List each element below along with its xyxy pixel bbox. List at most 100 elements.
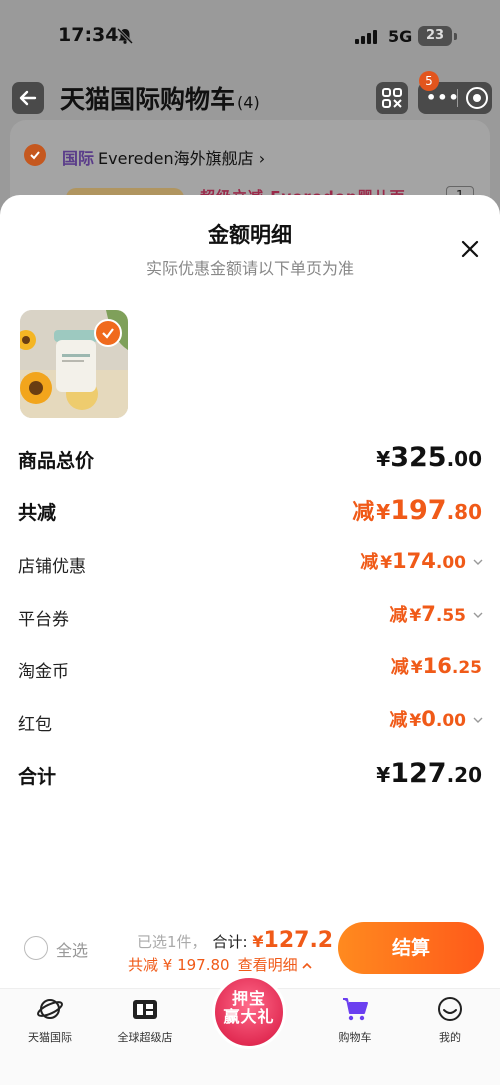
qr-code-icon	[382, 88, 402, 108]
row-label: 店铺优惠	[18, 557, 86, 577]
row-label: 共减	[18, 502, 57, 524]
amount-integer: 325	[390, 442, 447, 473]
product-checkbox[interactable]	[94, 319, 122, 347]
row-label: 商品总价	[18, 450, 95, 472]
amount-decimal: .20	[446, 763, 482, 787]
currency-symbol: ¥	[410, 658, 423, 678]
row-grand-total: 合计 ¥127.20	[0, 756, 500, 796]
check-icon	[102, 328, 114, 339]
planet-icon	[37, 999, 63, 1019]
store-name[interactable]: 国际 Evereden海外旗舰店 ›	[62, 145, 265, 169]
amount-integer: 7	[421, 602, 436, 626]
amount-integer: 197	[390, 495, 447, 526]
currency-symbol: ¥	[380, 553, 393, 573]
tab-label: 购物车	[338, 1031, 372, 1044]
currency-symbol: ¥	[376, 500, 391, 524]
tab-tmall-global[interactable]: 天猫国际	[0, 995, 100, 1045]
amount-decimal: .00	[435, 711, 466, 731]
bell-muted-icon	[116, 28, 134, 44]
amount-integer: 127	[390, 758, 447, 789]
back-button[interactable]	[12, 82, 44, 114]
total-value: 127.2	[263, 928, 334, 953]
total-amount: ¥127.2	[252, 928, 333, 953]
notification-badge: 5	[419, 71, 439, 91]
amount-decimal: .00	[435, 553, 466, 573]
checkout-button[interactable]: 结算	[338, 922, 484, 974]
row-label: 淘金币	[18, 662, 69, 682]
amount-integer: 16	[422, 654, 452, 678]
arrow-left-icon	[19, 90, 37, 106]
chevron-down-icon	[473, 559, 483, 565]
chevron-down-icon	[473, 612, 483, 618]
close-icon[interactable]	[458, 237, 482, 261]
minus-prefix: 减	[360, 552, 379, 573]
total-currency: ¥	[252, 932, 264, 951]
cart-count: (4)	[237, 93, 260, 112]
row-amount: 减 ¥0.00	[389, 706, 484, 732]
amount-decimal: .00	[446, 447, 482, 471]
row-label: 红包	[18, 715, 52, 735]
selection-summary: 已选1件， 合计: ¥127.2	[137, 928, 333, 953]
currency-symbol: ¥	[409, 606, 422, 626]
select-all-radio[interactable]	[24, 936, 48, 960]
minus-prefix: 减	[390, 657, 409, 678]
sheet-subtitle: 实际优惠金额请以下单页为准	[145, 259, 354, 278]
page-title-text: 天猫国际购物车	[60, 85, 236, 114]
row-amount: 减 ¥16.25	[391, 653, 482, 679]
select-all-label[interactable]: 全选	[56, 937, 88, 961]
row-platform-coupon[interactable]: 平台券 减 ¥7.55	[0, 599, 500, 639]
selected-count: 已选1件，	[137, 933, 207, 951]
minus-prefix: 减	[389, 605, 408, 626]
view-details-link[interactable]: 查看明细	[238, 956, 313, 974]
row-red-packet[interactable]: 红包 减 ¥0.00	[0, 704, 500, 744]
status-bar: 17:34 5G 23	[0, 0, 500, 70]
amount-decimal: .80	[446, 500, 482, 524]
row-amount: 减 ¥174.00	[360, 548, 484, 574]
amount-decimal: .55	[435, 606, 466, 626]
view-details-label: 查看明细	[237, 956, 298, 974]
currency-symbol: ¥	[409, 711, 422, 731]
tab-cart[interactable]: 购物车	[305, 995, 405, 1045]
tab-label: 我的	[439, 1031, 461, 1044]
chevron-right-icon: ›	[253, 149, 266, 168]
minus-prefix: 减	[389, 710, 408, 731]
status-time: 17:34	[58, 24, 119, 46]
battery-indicator: 23	[418, 26, 452, 46]
store-checkbox[interactable]	[24, 144, 46, 166]
amount-integer: 174	[392, 549, 436, 573]
tab-mine[interactable]: 我的	[400, 995, 500, 1045]
signal-icon	[355, 30, 377, 44]
self-operated-icon	[133, 1000, 157, 1019]
scan-button[interactable]	[376, 82, 408, 114]
amount-integer: 0	[421, 707, 436, 731]
tab-label: 天猫国际	[28, 1031, 72, 1044]
currency-symbol: ¥	[376, 763, 391, 787]
sheet-title: 金额明细	[208, 223, 292, 247]
chevron-up-icon	[302, 962, 312, 969]
tab-label: 全球超级店	[117, 1031, 173, 1044]
close-mini-program-icon[interactable]	[466, 87, 488, 109]
check-icon	[30, 151, 40, 160]
promo-line-1: 押宝	[231, 989, 266, 1008]
store-name-text: Evereden海外旗舰店	[98, 149, 254, 168]
row-label: 平台券	[18, 610, 69, 630]
cart-icon	[343, 998, 368, 1021]
store-tag: 国际	[62, 149, 95, 168]
amount-decimal: .25	[451, 658, 482, 678]
currency-symbol: ¥	[376, 447, 391, 471]
total-label: 合计:	[212, 933, 248, 951]
row-amount: 减 ¥7.55	[389, 601, 484, 627]
battery-tip	[454, 33, 457, 40]
more-icon[interactable]: •••	[426, 88, 460, 107]
discount-summary: 共减 ¥ 197.80 查看明细	[128, 954, 312, 975]
row-amount: ¥325.00	[376, 442, 482, 473]
promo-badge[interactable]: 押宝 赢大礼	[212, 975, 286, 1049]
tab-global-super-store[interactable]: 全球超级店	[95, 995, 195, 1045]
row-taojinbi: 淘金币 减 ¥16.25	[0, 651, 500, 691]
smile-icon	[438, 997, 462, 1021]
minus-prefix: 减	[352, 500, 375, 525]
row-amount: ¥127.20	[376, 758, 482, 789]
capsule-divider	[457, 89, 458, 107]
discount-text: 共减 ¥ 197.80	[128, 956, 230, 974]
row-store-discount[interactable]: 店铺优惠 减 ¥174.00	[0, 546, 500, 586]
